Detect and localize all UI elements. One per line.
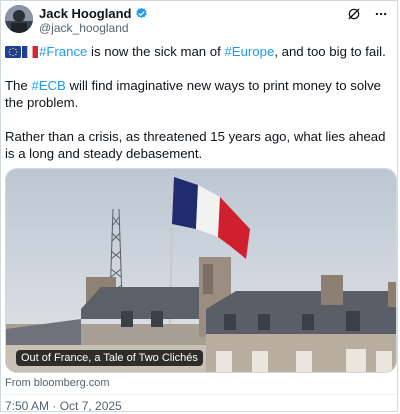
more-icon[interactable] [373, 7, 389, 21]
tweet-paragraph-2: The #ECB will find imaginative new ways … [5, 77, 389, 111]
media-caption: Out of France, a Tale of Two Clichés [16, 350, 203, 366]
tweet-text: #France is now the sick man of #Europe, … [5, 43, 389, 179]
tweet-paragraph-1: #France is now the sick man of #Europe, … [5, 43, 389, 60]
divider [1, 394, 397, 395]
france-flag-icon [22, 46, 38, 58]
hashtag-france[interactable]: #France [39, 44, 87, 59]
link-card-image[interactable]: Out of France, a Tale of Two Clichés [5, 168, 397, 373]
hashtag-europe[interactable]: #Europe [224, 44, 274, 59]
header-actions [347, 7, 389, 21]
hashtag-ecb[interactable]: #ECB [31, 78, 65, 93]
avatar[interactable] [5, 5, 33, 33]
text-segment: , and too big to fail. [274, 44, 386, 59]
tweet-paragraph-3: Rather than a crisis, as threatened 15 y… [5, 129, 386, 161]
author-row: Jack Hoogland [39, 6, 148, 21]
eu-flag-icon [5, 46, 21, 58]
author-handle[interactable]: @jack_hoogland [39, 21, 129, 35]
grok-icon[interactable] [347, 7, 361, 21]
article-photo [6, 169, 396, 372]
verified-badge-icon [136, 7, 148, 18]
text-segment: The [5, 78, 32, 93]
text-segment: is now the sick man of [87, 44, 225, 59]
link-source[interactable]: From bloomberg.com [5, 377, 110, 389]
tweet-card: Jack Hoogland @jack_hoogland #France is … [0, 0, 398, 413]
author-name[interactable]: Jack Hoogland [39, 6, 131, 21]
post-timestamp[interactable]: 7:50 AM · Oct 7, 2025 [5, 399, 122, 413]
